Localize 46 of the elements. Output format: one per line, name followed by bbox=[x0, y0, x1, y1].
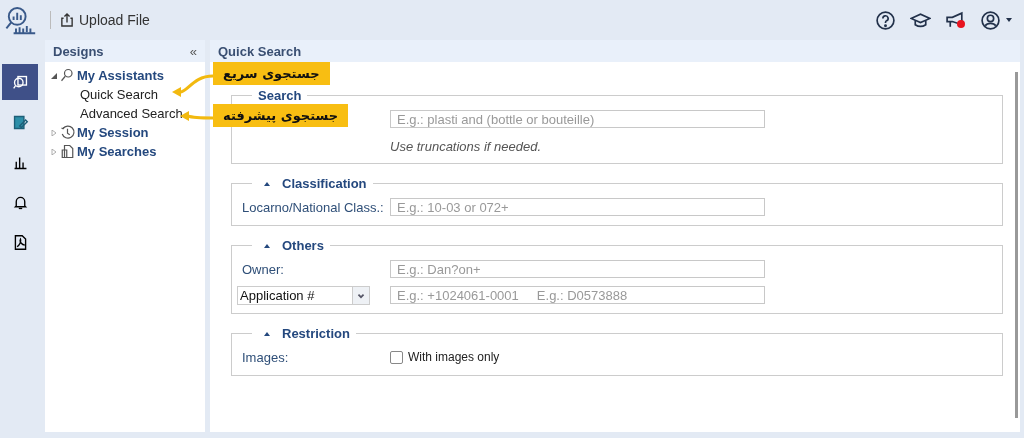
collapse-caret-icon[interactable] bbox=[264, 243, 270, 248]
tree-item[interactable]: Advanced Search bbox=[51, 104, 205, 123]
callout-arrow bbox=[180, 111, 213, 121]
input-field[interactable]: E.g.: Dan?on+ bbox=[390, 260, 765, 278]
checkbox[interactable] bbox=[390, 350, 403, 364]
scrollbar[interactable] bbox=[1015, 72, 1018, 418]
callout-label: جستجوی سریع bbox=[213, 62, 330, 85]
field-label: Locarno/National Class.: bbox=[242, 199, 384, 215]
dropdown[interactable]: Application # bbox=[237, 285, 370, 305]
section-title: Others bbox=[282, 238, 324, 253]
expand-toggle-icon[interactable] bbox=[51, 148, 57, 155]
section-title: Search bbox=[258, 88, 302, 103]
callout-arrow bbox=[172, 74, 214, 97]
rail-button[interactable] bbox=[2, 64, 38, 100]
input-field[interactable]: E.g.: plasti and (bottle or bouteille) bbox=[390, 110, 765, 128]
section-title: Restriction bbox=[282, 326, 350, 341]
help-icon[interactable] bbox=[875, 9, 896, 31]
search-icon bbox=[60, 68, 75, 83]
hint-text: Use truncations if needed. bbox=[390, 138, 542, 154]
callout-label: جستجوی پیشرفته bbox=[213, 104, 349, 127]
expand-toggle-icon[interactable] bbox=[51, 129, 57, 136]
expand-toggle-icon[interactable] bbox=[51, 72, 57, 79]
upload-icon bbox=[61, 13, 73, 27]
clock-icon bbox=[60, 125, 75, 140]
panel-title: Quick Search bbox=[218, 43, 302, 59]
tree-item[interactable]: My Session bbox=[77, 125, 149, 140]
field-label: Images: bbox=[242, 349, 289, 365]
note-edit-icon bbox=[11, 113, 29, 131]
user-icon[interactable] bbox=[980, 9, 1001, 31]
document-icon bbox=[60, 144, 75, 159]
upload-button[interactable]: Upload File bbox=[57, 10, 154, 30]
tree-item[interactable]: My Searches bbox=[77, 144, 157, 159]
panel-title: Designs bbox=[53, 43, 104, 59]
chevron-down-icon bbox=[352, 286, 369, 304]
input-field[interactable]: E.g.: +1024061-0001 E.g.: D0573888 bbox=[390, 286, 765, 304]
collapse-caret-icon[interactable] bbox=[264, 331, 270, 336]
tree-item[interactable]: My Assistants bbox=[77, 68, 164, 83]
input-field[interactable]: E.g.: 10-03 or 072+ bbox=[390, 198, 765, 216]
tree-item[interactable]: Quick Search bbox=[51, 85, 205, 104]
search-icon bbox=[11, 73, 29, 91]
collapse-caret-icon[interactable] bbox=[264, 181, 270, 186]
collapse-button[interactable]: « bbox=[189, 43, 197, 59]
caret-icon bbox=[1006, 18, 1012, 22]
checkbox-label[interactable]: With images only bbox=[408, 350, 500, 364]
field-label: Owner: bbox=[242, 261, 284, 277]
section-title: Classification bbox=[282, 176, 367, 191]
